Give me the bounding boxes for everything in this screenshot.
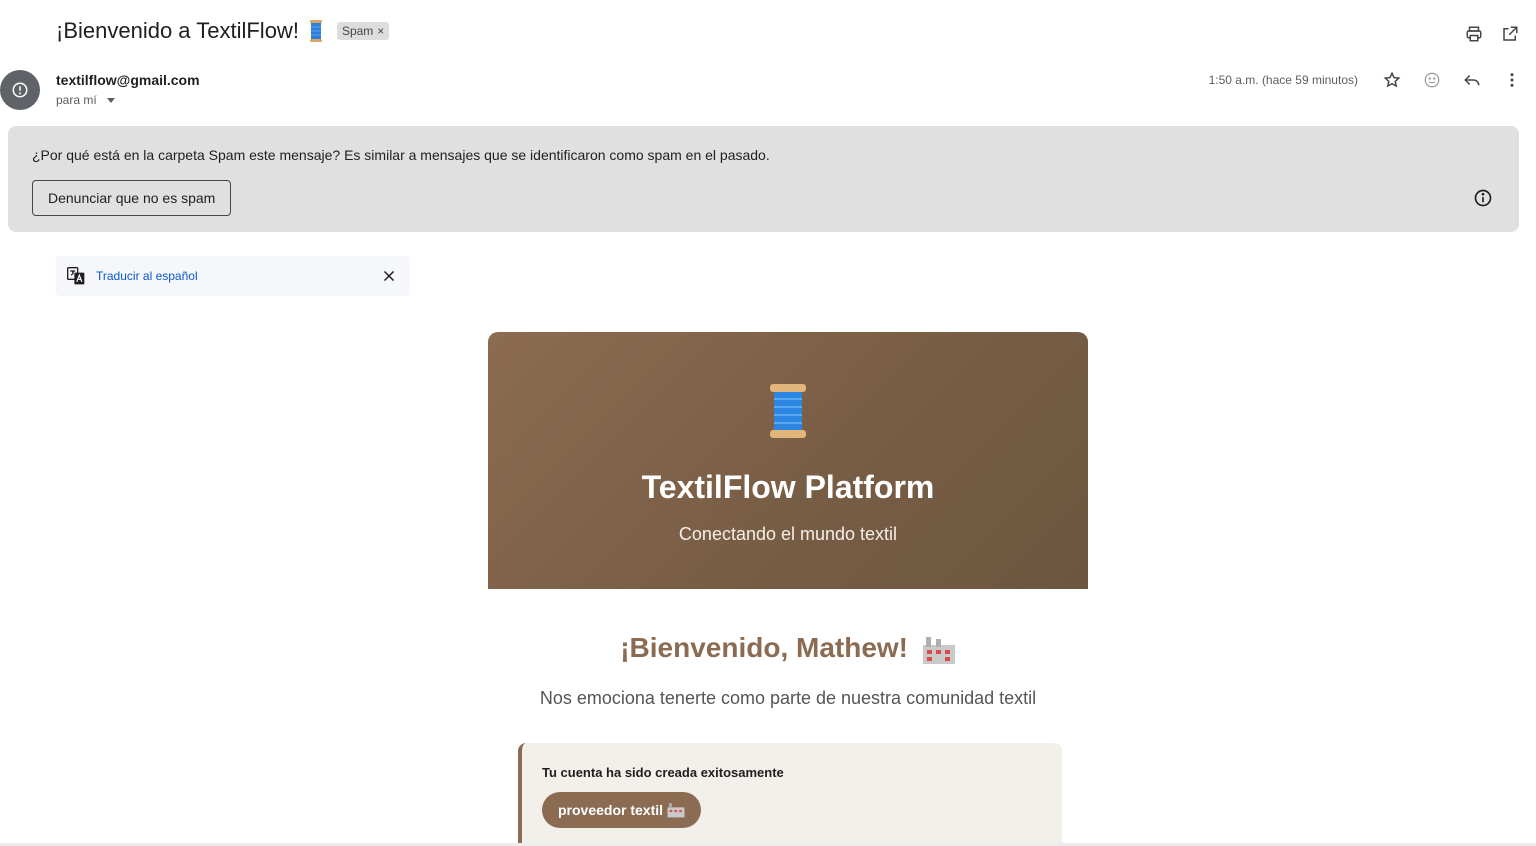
subject-row: ¡Bienvenido a TextilFlow! Spam × [56, 18, 390, 44]
chevron-down-icon [106, 97, 115, 103]
role-badge-text: proveedor textil [558, 802, 664, 818]
top-actions [1464, 24, 1520, 44]
spam-explanation: ¿Por qué está en la carpeta Spam este me… [32, 147, 770, 163]
spool-icon [309, 20, 322, 42]
sender-email[interactable]: textilflow@gmail.com [56, 72, 200, 88]
remove-label-icon[interactable]: × [377, 24, 384, 38]
email-subject: ¡Bienvenido a TextilFlow! [56, 18, 299, 43]
translate-icon [67, 267, 85, 285]
factory-icon [667, 803, 685, 818]
email-hero-banner: TextilFlow Platform Conectando el mundo … [488, 332, 1088, 589]
reply-icon[interactable] [1462, 70, 1482, 90]
welcome-heading-text: ¡Bienvenido, Mathew! [620, 632, 908, 663]
info-icon[interactable] [1473, 188, 1493, 213]
spam-question: ¿Por qué está en la carpeta Spam este me… [32, 147, 341, 163]
hero-title: TextilFlow Platform [641, 469, 935, 505]
sender-avatar[interactable] [0, 70, 40, 110]
spam-warning-banner: ¿Por qué está en la carpeta Spam este me… [8, 126, 1519, 232]
hero-subtitle: Conectando el mundo textil [678, 524, 898, 544]
close-icon[interactable] [380, 267, 398, 285]
more-vert-icon[interactable] [1502, 70, 1522, 90]
spam-reason: Es similar a mensajes que se identificar… [340, 147, 770, 163]
recipient-label: para mí [56, 93, 97, 107]
warning-icon [12, 82, 28, 98]
print-icon[interactable] [1464, 24, 1484, 44]
recipient-details[interactable]: para mí [56, 93, 115, 107]
card-title: Tu cuenta ha sido creada exitosamente [542, 765, 784, 780]
spam-label-text: Spam [341, 24, 374, 38]
translate-bar: Traducir al español [56, 256, 410, 296]
spam-label-chip: Spam × [336, 22, 390, 40]
role-badge: proveedor textil [542, 792, 702, 828]
factory-icon [922, 636, 955, 664]
message-meta: 1:50 a.m. (hace 59 minutos) [1209, 70, 1522, 90]
emoji-reaction-icon[interactable] [1422, 70, 1442, 90]
report-not-spam-button[interactable]: Denunciar que no es spam [32, 180, 232, 216]
translate-link[interactable]: Traducir al español [96, 269, 198, 283]
account-created-card: Tu cuenta ha sido creada exitosamente pr… [518, 743, 1062, 846]
intro-text: Nos emociona tenerte como parte de nuest… [539, 688, 1037, 708]
timestamp: 1:50 a.m. (hace 59 minutos) [1208, 73, 1358, 87]
spool-icon [770, 384, 806, 438]
email-view: ¡Bienvenido a TextilFlow! Spam × textilf… [0, 0, 1536, 846]
star-icon[interactable] [1382, 70, 1402, 90]
open-in-new-window-icon[interactable] [1500, 24, 1520, 44]
welcome-heading: ¡Bienvenido, Mathew! [488, 632, 1088, 665]
